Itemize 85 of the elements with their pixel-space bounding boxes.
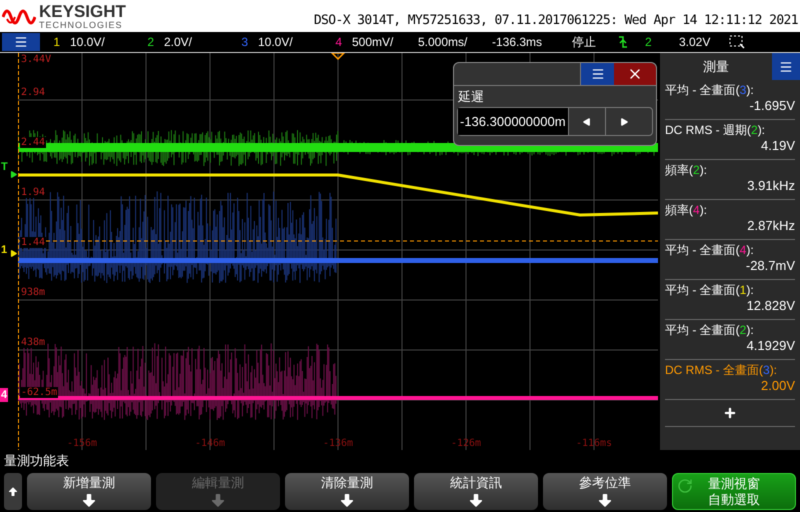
measurement-item[interactable]: 頻率(4): 2.87kHz [665,200,795,240]
measurement-value: 4.19V [761,138,795,153]
measurement-value: -1.695V [749,98,795,113]
channel-marker[interactable]: 4 [0,388,8,402]
measurement-label: DC RMS - 週期(2): [665,123,766,138]
menu-button[interactable] [772,53,800,80]
x-axis-label: -126m [450,438,482,449]
menu-icon [590,67,604,81]
y-axis-label: 3.44V [20,54,52,65]
timebase-scale[interactable]: 5.000ms/ [418,33,492,51]
down-arrow-icon [80,491,98,509]
delay-value[interactable]: -136.3ms [492,33,572,51]
y-axis-label: 938m [20,287,46,298]
softkey-button[interactable]: 清除量測 [285,473,409,510]
measurement-value: 4.1929V [746,338,795,353]
trigger-edge-icon [618,36,628,48]
channel-number[interactable]: 2 [134,33,164,51]
softkey-button[interactable]: 新增量測 [27,473,151,510]
menu-button[interactable] [2,33,40,51]
menu-button[interactable] [580,63,614,85]
brand-subtitle: TECHNOLOGIES [39,20,124,30]
up-button[interactable] [4,473,22,510]
trigger-channel[interactable]: 2 [645,33,669,51]
channel-number[interactable]: 4 [322,33,352,51]
channel-scale[interactable]: 2.0V/ [164,33,228,51]
measurement-item[interactable]: DC RMS - 週期(2): 4.19V [665,120,795,160]
measurement-value: 2.00V [761,378,795,393]
y-axis-label: 438m [20,337,46,348]
softkey-button[interactable]: 量測視窗 自動選取 [672,473,796,510]
trigger-level[interactable]: 3.02V [679,33,719,51]
trigger-position-icon [330,53,346,60]
measurement-label: 頻率(2): [665,163,708,178]
zoom-box-icon[interactable] [729,35,745,49]
down-arrow-icon [596,491,614,509]
measurement-label: 平均 - 全畫面(4): [665,243,755,258]
up-arrow-icon [7,486,19,498]
y-axis-label: 2.44 [20,137,46,148]
measurement-label: 平均 - 全畫面(3): [665,83,755,98]
channel-marker[interactable]: T [0,160,9,174]
channel-scale[interactable]: 500mV/ [352,33,416,51]
measurement-label: 頻率(4): [665,203,708,218]
x-axis-label: -116ms [576,438,612,449]
y-axis-label: 1.44 [20,237,46,248]
y-axis-label: 2.94 [20,87,46,98]
measurement-item[interactable]: DC RMS - 全畫面(3): 2.00V [665,360,795,400]
down-arrow-icon [338,491,356,509]
channel-scale[interactable]: 10.0V/ [70,33,134,51]
measurement-item[interactable]: 平均 - 全畫面(4): -28.7mV [665,240,795,280]
measurement-value: 3.91kHz [747,178,795,193]
measurement-item[interactable]: 平均 - 全畫面(3): -1.695V [665,80,795,120]
y-axis-label: 1.94 [20,187,46,198]
measurement-value: -28.7mV [746,258,795,273]
menu-icon [14,35,28,49]
menu-icon [779,60,793,74]
panel-title: 測量 [702,58,730,76]
measurement-value: 12.828V [746,298,795,313]
measurement-item[interactable]: 平均 - 全畫面(2): 4.1929V [665,320,795,360]
channel-number[interactable]: 3 [228,33,258,51]
x-axis-label: -136m [322,438,354,449]
softkey-button[interactable]: 參考位準 [543,473,667,510]
close-button[interactable] [614,63,656,85]
down-arrow-icon [467,491,485,509]
arrow-icon [9,170,18,179]
measurement-label: DC RMS - 全畫面(3): [665,363,778,378]
measurement-item[interactable]: 平均 - 全畫面(1): 12.828V [665,280,795,320]
channel-number[interactable]: 1 [40,33,70,51]
arrow-icon [9,249,18,258]
brand-name: KEYSIGHT [39,2,126,20]
measurement-label: 平均 - 全畫面(1): [665,283,755,298]
window-title: DSO-X 3014T, MY57251633, 07.11.2017061225: Wed Apr 14 12:11:12 2021 [314,12,798,30]
dialog-label: 延遲 [458,89,484,105]
menu-title: 量測功能表 [4,453,69,469]
refresh-icon [677,478,693,494]
down-arrow-icon [209,491,227,509]
softkey-button[interactable]: 統計資訊 [414,473,538,510]
measurement-label: 平均 - 全畫面(2): [665,323,755,338]
add-icon[interactable] [723,406,737,420]
y-axis-label: -62.5m [20,387,58,398]
measurement-value: 2.87kHz [747,218,795,233]
run-state: 停止 [572,34,597,51]
channel-marker[interactable]: 1 [0,243,8,257]
x-axis-label: -156m [66,438,98,449]
x-axis-label: -146m [194,438,226,449]
channel-scale[interactable]: 10.0V/ [258,33,322,51]
measurement-item[interactable]: 頻率(2): 3.91kHz [665,160,795,200]
